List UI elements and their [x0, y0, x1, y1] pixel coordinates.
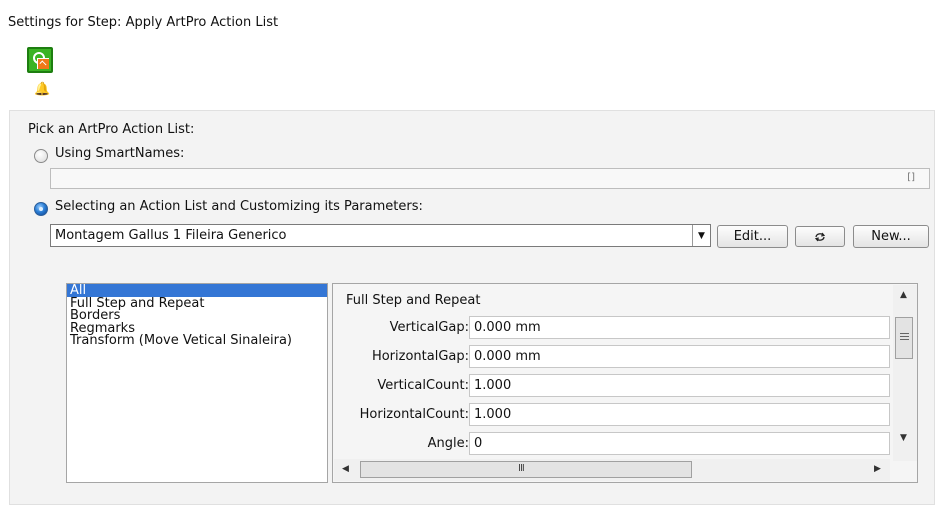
expand-icon[interactable]: [] [907, 172, 915, 183]
refresh-button[interactable] [795, 226, 845, 247]
selecting-action-list-radio[interactable] [34, 202, 48, 216]
smartnames-input[interactable]: [] [50, 168, 930, 189]
scroll-down-icon[interactable]: ▼ [900, 433, 907, 443]
selecting-action-list-label[interactable]: Selecting an Action List and Customizing… [55, 199, 423, 214]
param-label: VerticalCount: [377, 378, 469, 393]
angle-field[interactable]: 0 [469, 432, 890, 455]
page-title: Settings for Step: Apply ArtPro Action L… [8, 15, 279, 30]
param-label: VerticalGap: [389, 320, 469, 335]
bell-icon[interactable]: 🔔 [34, 83, 50, 96]
smartnames-radio[interactable] [34, 149, 48, 163]
action-list-value: Montagem Gallus 1 Fileira Generico [55, 228, 287, 243]
scroll-up-icon[interactable]: ▲ [900, 290, 907, 300]
scroll-right-icon[interactable]: ▶ [874, 464, 881, 474]
pick-action-list-label: Pick an ArtPro Action List: [28, 122, 195, 137]
artpro-badge-icon [37, 58, 49, 69]
param-row-vertical-count: VerticalCount: 1.000 [333, 374, 890, 397]
param-label: HorizontalGap: [371, 349, 469, 364]
action-list-select[interactable]: Montagem Gallus 1 Fileira Generico ▼ [50, 224, 711, 247]
param-row-horizontal-count: HorizontalCount: 1.000 [333, 403, 890, 426]
scroll-left-icon[interactable]: ◀ [342, 464, 349, 474]
parameters-panel: Full Step and Repeat VerticalGap: 0.000 … [332, 283, 918, 483]
vertical-scrollbar[interactable]: ▲ ▼ [893, 285, 917, 461]
param-row-angle: Angle: 0 [333, 432, 890, 455]
horizontal-gap-field[interactable]: 0.000 mm [469, 345, 890, 368]
list-item-transform[interactable]: Transform (Move Vetical Sinaleira) [67, 334, 327, 347]
edit-button[interactable]: Edit... [717, 225, 788, 248]
list-item-all[interactable]: All [67, 284, 327, 297]
list-item-borders[interactable]: Borders [67, 309, 327, 322]
param-row-horizontal-gap: HorizontalGap: 0.000 mm [333, 345, 890, 368]
category-list[interactable]: All Full Step and Repeat Borders Regmark… [66, 283, 328, 483]
parameter-section-title: Full Step and Repeat [346, 293, 481, 308]
horizontal-count-field[interactable]: 1.000 [469, 403, 890, 426]
vertical-count-field[interactable]: 1.000 [469, 374, 890, 397]
horizontal-scrollbar[interactable]: ◀ III ▶ [334, 459, 890, 481]
param-label: Angle: [427, 436, 469, 451]
smartnames-radio-label[interactable]: Using SmartNames: [55, 146, 184, 161]
vertical-gap-field[interactable]: 0.000 mm [469, 316, 890, 339]
vertical-scroll-thumb[interactable] [895, 317, 913, 359]
new-button[interactable]: New... [853, 225, 929, 248]
param-row-vertical-gap: VerticalGap: 0.000 mm [333, 316, 890, 339]
refresh-icon [814, 232, 826, 241]
horizontal-scroll-thumb[interactable]: III [360, 461, 692, 478]
dropdown-arrow-icon[interactable]: ▼ [692, 225, 710, 246]
step-plugin-icon[interactable] [27, 47, 53, 73]
param-label: HorizontalCount: [359, 407, 469, 422]
